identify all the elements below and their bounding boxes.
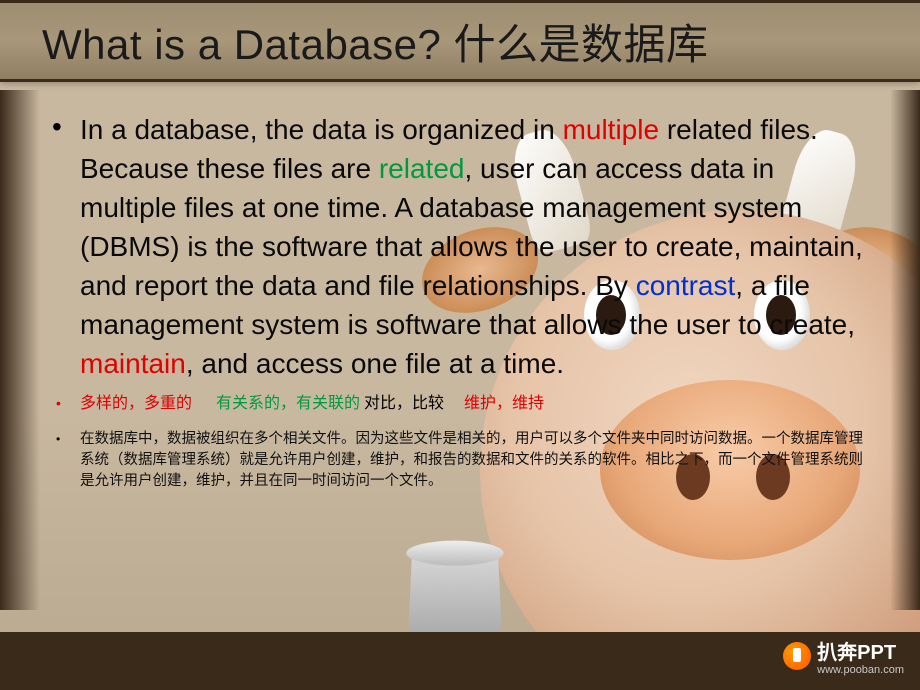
glossary-line: 多样的，多重的 有关系的，有关联的 对比，比较 维护，维持 xyxy=(80,393,874,415)
watermark-logo-icon xyxy=(783,642,811,670)
text: In a database, the data is organized in xyxy=(80,114,563,145)
translation-text: 在数据库中，数据被组织在多个相关文件。因为这些文件是相关的，用户可以多个文件夹中… xyxy=(80,429,874,492)
gloss-maintain: 维护，维持 xyxy=(464,395,544,412)
keyword-maintain: maintain xyxy=(80,348,186,379)
watermark: 扒奔PPT www.pooban.com xyxy=(783,636,904,676)
watermark-brand: 扒奔PPT xyxy=(817,642,896,664)
slide-content: In a database, the data is organized in … xyxy=(0,82,920,492)
translation-bullet: 在数据库中，数据被组织在多个相关文件。因为这些文件是相关的，用户可以多个文件夹中… xyxy=(46,429,874,492)
keyword-multiple: multiple xyxy=(563,114,659,145)
watermark-text: 扒奔PPT www.pooban.com xyxy=(817,636,904,676)
slide: What is a Database? 什么是数据库 In a database… xyxy=(0,0,920,690)
slide-title: What is a Database? 什么是数据库 xyxy=(42,11,709,72)
glossary-bullet: 多样的，多重的 有关系的，有关联的 对比，比较 维护，维持 xyxy=(46,393,874,415)
gloss-contrast: 对比，比较 xyxy=(364,395,444,412)
bottom-band xyxy=(0,632,920,690)
gloss-multiple: 多样的，多重的 xyxy=(80,395,192,412)
gloss-related: 有关系的，有关联的 xyxy=(216,395,360,412)
watermark-url: www.pooban.com xyxy=(817,665,904,676)
bucket-icon xyxy=(408,553,502,641)
keyword-related: related xyxy=(379,153,465,184)
title-bar: What is a Database? 什么是数据库 xyxy=(0,0,920,82)
keyword-contrast: contrast xyxy=(636,270,736,301)
main-paragraph: In a database, the data is organized in … xyxy=(80,110,874,383)
main-bullet: In a database, the data is organized in … xyxy=(46,110,874,383)
text: , and access one file at a time. xyxy=(186,348,564,379)
